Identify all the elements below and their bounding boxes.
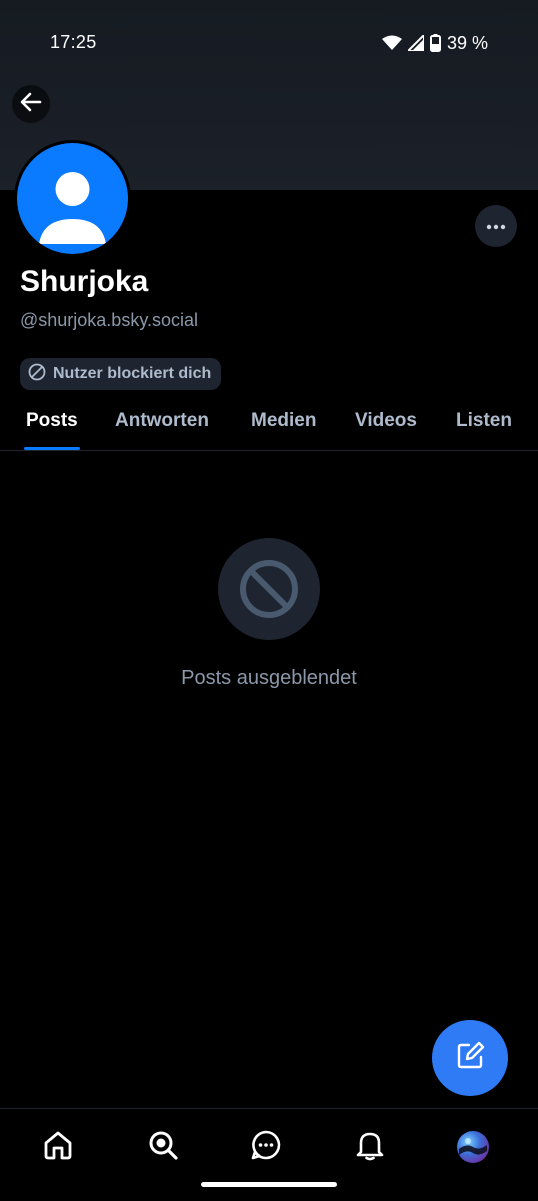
wifi-icon <box>381 35 402 51</box>
status-bar: 17:25 39 % <box>0 0 538 88</box>
nav-profile[interactable] <box>453 1127 493 1167</box>
status-icons: 39 % <box>381 31 488 55</box>
back-button[interactable] <box>12 85 50 123</box>
battery-percent: 39 % <box>446 32 488 53</box>
tab-videos[interactable]: Videos <box>355 410 417 432</box>
profile-avatar[interactable] <box>14 140 131 257</box>
search-icon <box>147 1129 179 1166</box>
battery-icon <box>429 34 441 52</box>
compose-icon <box>454 1040 486 1077</box>
blocked-icon <box>28 363 46 386</box>
compose-button[interactable] <box>432 1020 508 1096</box>
profile-tabs: Posts Antworten Medien Videos Listen <box>0 396 538 451</box>
status-time: 17:25 <box>50 32 97 52</box>
bell-icon <box>354 1129 386 1166</box>
cell-signal-icon <box>407 35 424 51</box>
home-indicator[interactable] <box>201 1182 337 1187</box>
display-name: Shurjoka <box>20 265 149 298</box>
tab-replies[interactable]: Antworten <box>115 410 209 432</box>
nav-home[interactable] <box>38 1127 78 1167</box>
nav-search[interactable] <box>143 1127 183 1167</box>
blocked-icon <box>218 538 320 640</box>
tab-posts[interactable]: Posts <box>26 410 78 432</box>
profile-handle: @shurjoka.bsky.social <box>20 310 199 330</box>
tab-media[interactable]: Medien <box>251 410 316 432</box>
empty-state-text: Posts ausgeblendet <box>181 667 357 689</box>
bottom-navigation <box>0 1108 538 1201</box>
tab-lists[interactable]: Listen <box>456 410 512 432</box>
profile-avatar <box>457 1131 489 1163</box>
nav-notifications[interactable] <box>350 1127 390 1167</box>
blocked-badge-label: Nutzer blockiert dich <box>53 365 212 382</box>
ellipsis-icon <box>486 217 506 235</box>
home-icon <box>42 1129 74 1166</box>
blocked-badge[interactable]: Nutzer blockiert dich <box>20 358 222 390</box>
more-options-button[interactable] <box>475 205 517 247</box>
arrow-left-icon <box>19 90 43 119</box>
active-tab-indicator <box>24 447 80 450</box>
default-avatar-icon <box>17 143 128 254</box>
chat-icon <box>250 1129 282 1166</box>
nav-chat[interactable] <box>246 1127 286 1167</box>
